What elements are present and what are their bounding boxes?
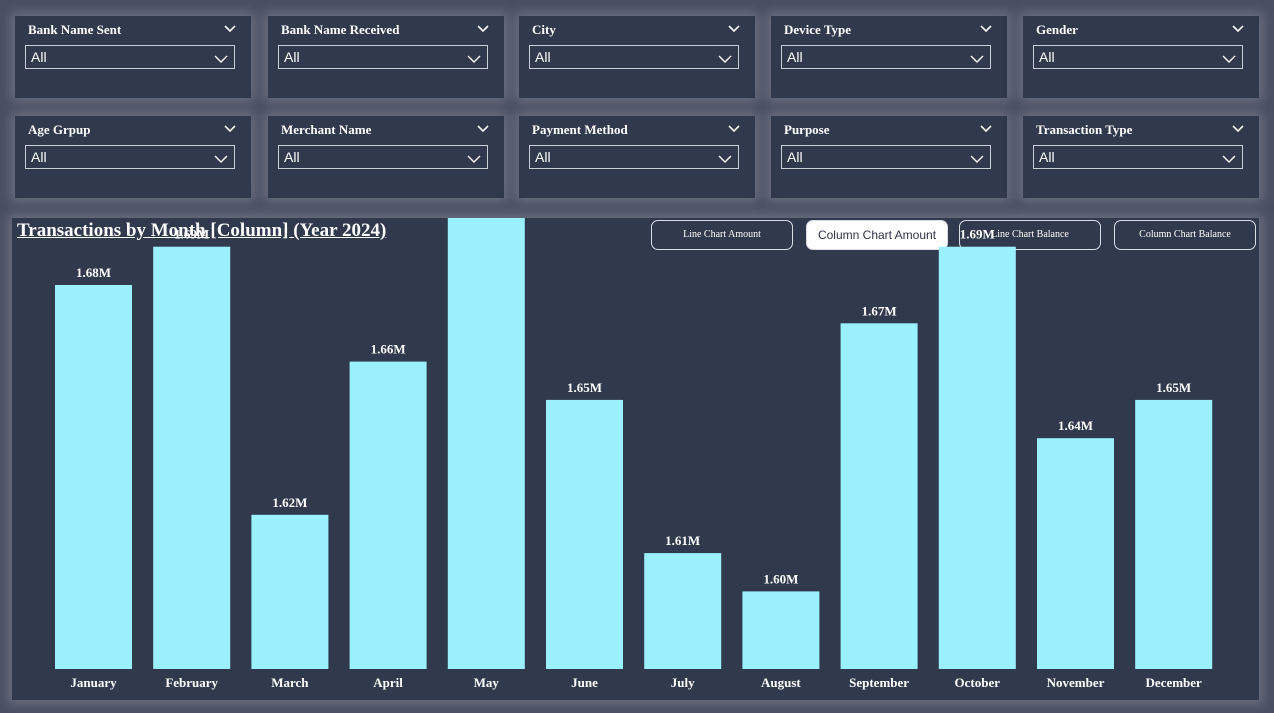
slicer-title: Bank Name Sent <box>28 22 122 37</box>
chevron-down-icon[interactable] <box>223 124 237 134</box>
chevron-down-icon[interactable] <box>476 124 490 134</box>
slicer-transaction-type: Transaction Type All <box>1023 116 1259 198</box>
x-tick-label: October <box>955 675 1001 690</box>
x-tick-label: May <box>474 675 500 690</box>
chevron-down-icon[interactable] <box>727 24 741 34</box>
chevron-down-icon <box>1222 155 1236 163</box>
x-tick-label: March <box>271 675 309 690</box>
chevron-down-icon <box>718 55 732 63</box>
bar-december[interactable] <box>1135 399 1213 669</box>
slicer-purpose: Purpose All <box>771 116 1007 198</box>
slicer-value: All <box>31 49 47 65</box>
x-tick-label: April <box>373 675 403 690</box>
chevron-down-icon <box>467 155 481 163</box>
chevron-down-icon[interactable] <box>1231 124 1245 134</box>
slicer-value: All <box>535 149 551 165</box>
x-tick-label: January <box>70 675 117 690</box>
slicer-value: All <box>1039 149 1055 165</box>
chevron-down-icon[interactable] <box>979 124 993 134</box>
slicer-payment-method: Payment Method All <box>519 116 755 198</box>
chevron-down-icon <box>467 55 481 63</box>
slicer-dropdown[interactable]: All <box>781 145 991 169</box>
data-label: 1.62M <box>272 495 307 510</box>
bar-august[interactable] <box>742 591 820 669</box>
slicer-title: Merchant Name <box>281 122 372 137</box>
x-tick-label: November <box>1047 675 1105 690</box>
data-label: 1.65M <box>567 380 602 395</box>
column-chart: 1.68M January 1.69M February 1.62M March 1.66M… <box>55 218 1213 690</box>
slicer-age-group: Age Grpup All <box>15 116 251 198</box>
data-label: 1.66M <box>371 342 406 357</box>
slicer-value: All <box>1039 49 1055 65</box>
chevron-down-icon <box>1222 55 1236 63</box>
slicer-bank-name-sent: Bank Name Sent All <box>15 16 251 98</box>
slicer-device-type: Device Type All <box>771 16 1007 98</box>
bar-march[interactable] <box>251 514 329 669</box>
chevron-down-icon[interactable] <box>979 24 993 34</box>
data-label: 1.64M <box>1058 418 1093 433</box>
data-label: 1.60M <box>763 571 798 586</box>
chart-panel: Transactions by Month [Column] (Year 202… <box>12 218 1259 700</box>
bar-june[interactable] <box>546 399 623 669</box>
bar-october[interactable] <box>938 246 1016 669</box>
slicer-city: City All <box>519 16 755 98</box>
slicer-value: All <box>31 149 47 165</box>
chevron-down-icon <box>214 155 228 163</box>
data-label: 1.65M <box>1156 380 1191 395</box>
chevron-down-icon[interactable] <box>476 24 490 34</box>
x-tick-label: December <box>1146 675 1203 690</box>
slicer-dropdown[interactable]: All <box>25 45 235 69</box>
slicer-title: Device Type <box>784 22 852 37</box>
chevron-down-icon <box>970 55 984 63</box>
slicer-value: All <box>535 49 551 65</box>
slicer-dropdown[interactable]: All <box>781 45 991 69</box>
bar-november[interactable] <box>1037 438 1114 669</box>
data-label: 1.69M <box>960 227 995 242</box>
slicer-dropdown[interactable]: All <box>529 145 739 169</box>
slicer-gender: Gender All <box>1023 16 1259 98</box>
x-tick-label: June <box>571 675 598 690</box>
data-label: 1.68M <box>76 265 111 280</box>
slicer-title: Age Grpup <box>28 122 91 137</box>
bar-january[interactable] <box>55 285 132 669</box>
slicer-value: All <box>787 49 803 65</box>
slicer-title: Gender <box>1036 22 1078 37</box>
x-tick-label: February <box>165 675 218 690</box>
chevron-down-icon[interactable] <box>1231 24 1245 34</box>
slicer-dropdown[interactable]: All <box>278 145 488 169</box>
x-tick-label: July <box>671 675 695 690</box>
slicer-dropdown[interactable]: All <box>1033 145 1243 169</box>
chevron-down-icon[interactable] <box>223 24 237 34</box>
chevron-down-icon[interactable] <box>727 124 741 134</box>
slicer-dropdown[interactable]: All <box>529 45 739 69</box>
slicer-title: City <box>532 22 556 37</box>
slicer-value: All <box>284 149 300 165</box>
slicer-bank-name-received: Bank Name Received All <box>268 16 504 98</box>
slicer-value: All <box>284 49 300 65</box>
slicer-title: Bank Name Received <box>281 22 400 37</box>
bar-july[interactable] <box>644 553 722 669</box>
x-tick-label: September <box>849 675 909 690</box>
slicer-title: Purpose <box>784 122 830 137</box>
data-label: 1.61M <box>665 533 700 548</box>
data-label: 1.69M <box>174 227 209 242</box>
slicer-dropdown[interactable]: All <box>25 145 235 169</box>
slicer-value: All <box>787 149 803 165</box>
bar-may[interactable] <box>447 218 525 669</box>
bar-april[interactable] <box>349 361 427 669</box>
slicer-title: Transaction Type <box>1036 122 1133 137</box>
slicer-merchant-name: Merchant Name All <box>268 116 504 198</box>
bar-february[interactable] <box>153 246 231 669</box>
chevron-down-icon <box>718 155 732 163</box>
chevron-down-icon <box>214 55 228 63</box>
data-label: 1.67M <box>862 303 897 318</box>
x-tick-label: August <box>761 675 801 690</box>
slicer-dropdown[interactable]: All <box>278 45 488 69</box>
bar-september[interactable] <box>840 323 918 669</box>
slicer-dropdown[interactable]: All <box>1033 45 1243 69</box>
slicer-title: Payment Method <box>532 122 628 137</box>
chevron-down-icon <box>970 155 984 163</box>
